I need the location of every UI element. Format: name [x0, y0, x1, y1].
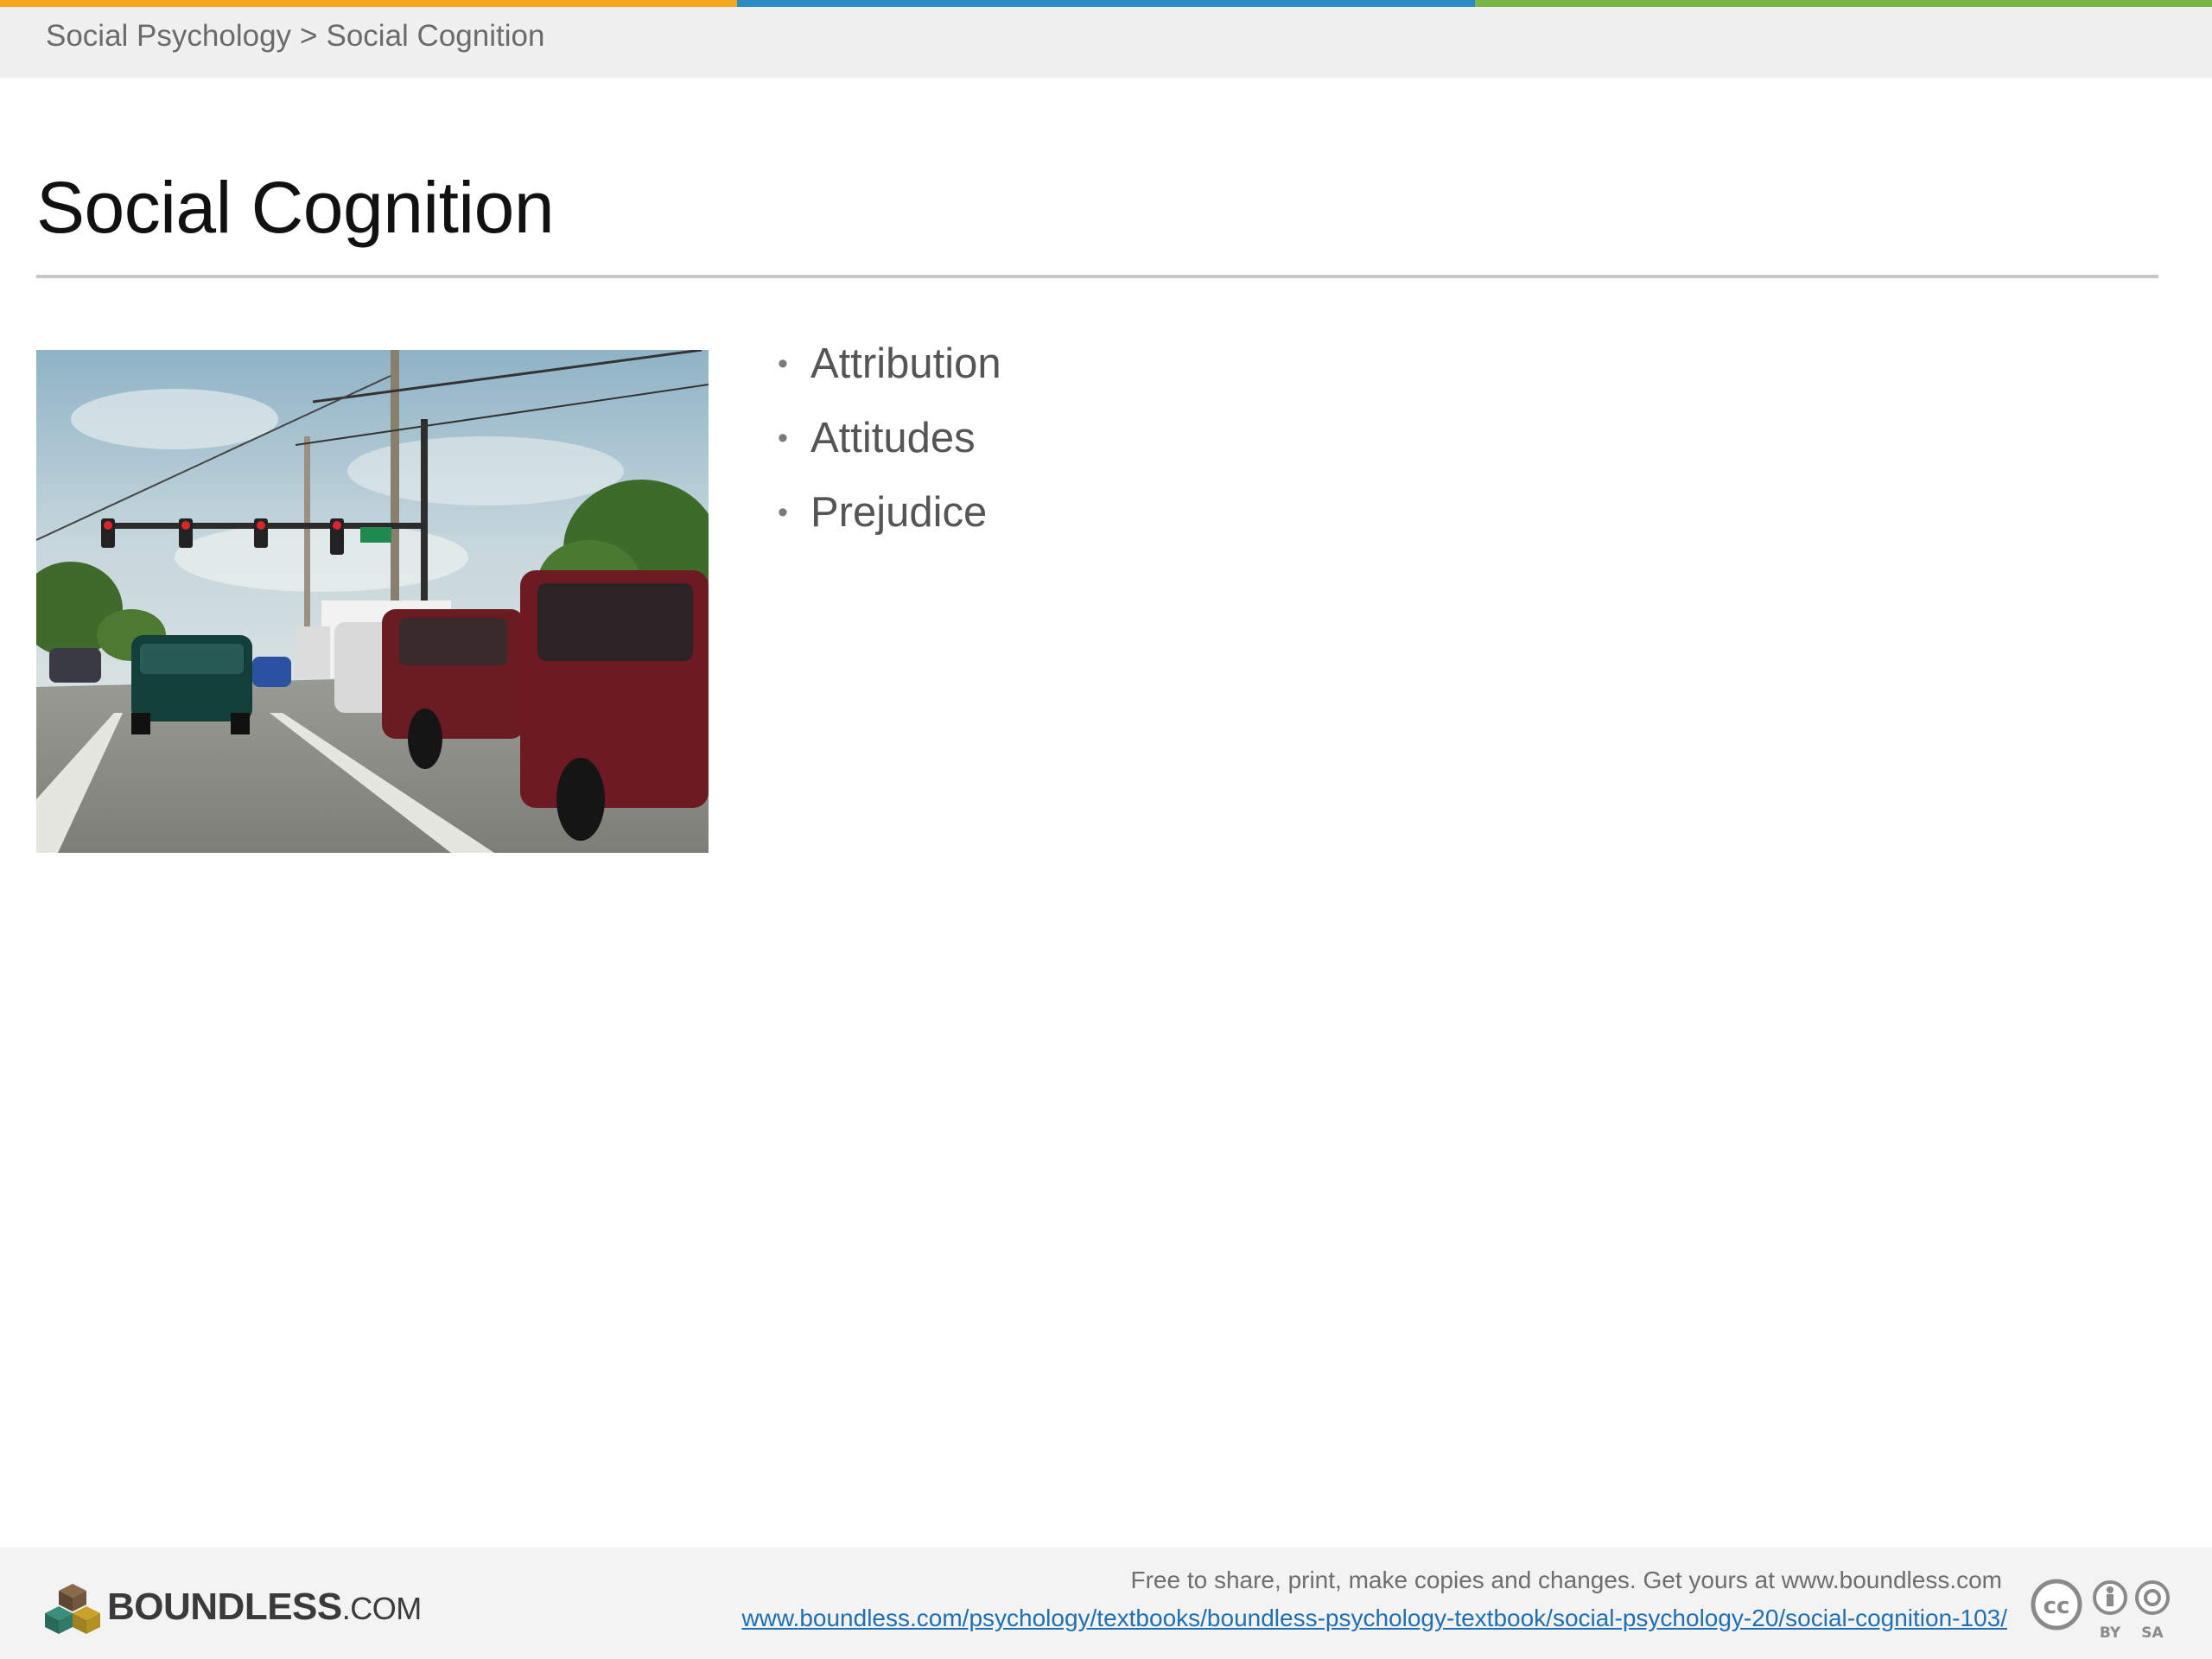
breadcrumb: Social Psychology > Social Cognition	[46, 19, 544, 54]
top-bar: Social Psychology > Social Cognition	[0, 0, 2212, 78]
bullet-list: • Attribution • Attitudes • Prejudice	[778, 335, 1001, 558]
svg-text:cc: cc	[2044, 1593, 2070, 1619]
list-item: • Prejudice	[778, 484, 1001, 558]
footer-note: Free to share, print, make copies and ch…	[1130, 1567, 2002, 1593]
title-divider	[36, 275, 2158, 278]
boundless-cubes-logo-icon	[45, 1584, 100, 1634]
license-sa-label: SA	[2141, 1624, 2164, 1641]
bullet-icon: •	[778, 422, 788, 454]
logo-wordmark: BOUNDLESS.COM	[107, 1586, 422, 1628]
license-by-label: BY	[2100, 1624, 2121, 1641]
accent-stripe-orange	[0, 0, 737, 7]
creative-commons-by-sa-icon[interactable]: cc BY SA	[2031, 1579, 2177, 1645]
bullet-text: Attitudes	[810, 415, 976, 461]
accent-stripe-green	[1475, 0, 2212, 7]
breadcrumb-current: Social Cognition	[326, 19, 545, 53]
street-traffic-photo	[36, 350, 709, 853]
boundless-logo[interactable]: BOUNDLESS.COM	[45, 1580, 422, 1634]
bullet-text: Prejudice	[810, 489, 988, 536]
page-title: Social Cognition	[36, 167, 555, 248]
bullet-icon: •	[778, 496, 788, 529]
accent-stripe-blue	[737, 0, 1475, 7]
bullet-text: Attribution	[810, 340, 1001, 387]
breadcrumb-separator: >	[300, 19, 318, 53]
breadcrumb-parent[interactable]: Social Psychology	[46, 19, 291, 53]
list-item: • Attitudes	[778, 410, 1001, 484]
footer: BOUNDLESS.COM Free to share, print, make…	[0, 1548, 2212, 1659]
list-item: • Attribution	[778, 335, 1001, 410]
source-link[interactable]: www.boundless.com/psychology/textbooks/b…	[741, 1605, 2007, 1632]
bullet-icon: •	[778, 347, 788, 380]
